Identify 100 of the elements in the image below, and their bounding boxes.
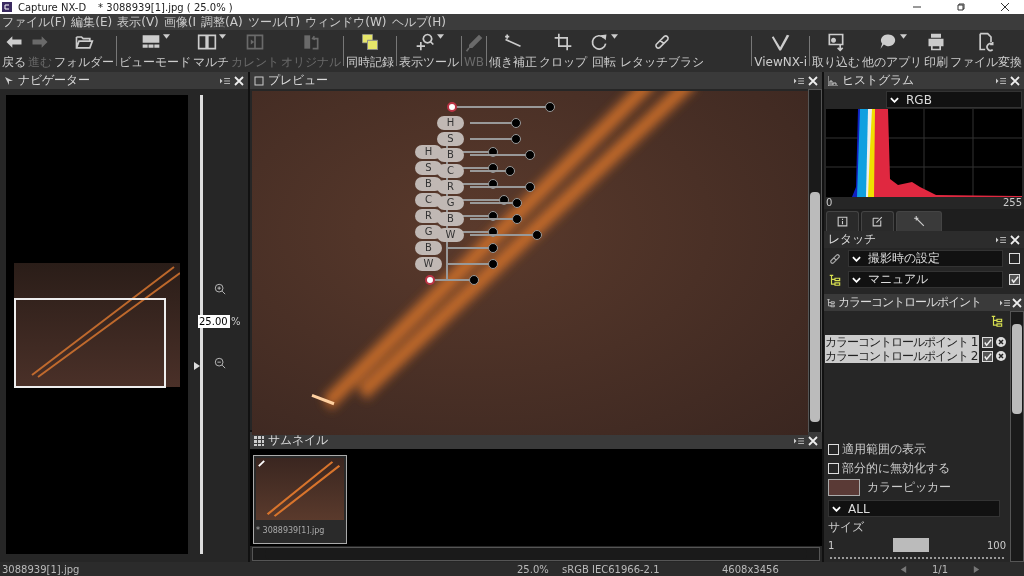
square-icon (254, 75, 264, 86)
back-button[interactable]: 戻る (1, 30, 27, 72)
document-title: * 3088939[1].jpg ( 25.0% ) (98, 1, 233, 13)
other-apps-button[interactable]: 他のアプリ (861, 30, 923, 72)
status-color-profile: sRGB IEC61966-2.1 (562, 563, 661, 575)
control-point-marker[interactable] (425, 275, 435, 285)
panel-title: レタッチ (828, 231, 876, 248)
page-indicator: 1/1 (930, 563, 950, 575)
thumbnail[interactable]: * 3088939[1].jpg (253, 455, 347, 544)
channel-label[interactable]: B (415, 241, 442, 255)
channel-label[interactable]: G (437, 196, 464, 210)
horizontal-scrollbar[interactable] (252, 547, 820, 561)
info-tab[interactable] (826, 211, 859, 231)
printer-icon (926, 31, 946, 52)
channel-dropdown[interactable]: RGB (886, 91, 1022, 108)
delete-icon[interactable] (996, 337, 1007, 347)
delete-icon[interactable] (996, 351, 1007, 361)
magnifier-move-icon (414, 31, 435, 52)
axis-label: 0 (826, 197, 833, 209)
eyedropper-icon (464, 33, 485, 53)
bandage-icon (828, 251, 842, 266)
checkbox[interactable] (1009, 274, 1020, 285)
checkbox[interactable] (828, 463, 839, 474)
panel-menu-icon[interactable] (794, 435, 804, 446)
crop-button[interactable]: クロップ (538, 30, 589, 72)
zoom-field[interactable]: 25.00 (198, 315, 230, 328)
zoom-slider-pointer[interactable] (194, 362, 200, 371)
retouch-brush-button[interactable]: レタッチブラシ (619, 30, 706, 72)
file-convert-button[interactable]: ファイル変換 (949, 30, 1023, 72)
channel-label[interactable]: C (437, 164, 464, 178)
axis-label: 255 (1002, 197, 1022, 209)
menu-item[interactable]: 画像(I (163, 13, 197, 31)
panel-menu-icon[interactable] (996, 75, 1006, 86)
control-point-item[interactable]: カラーコントロールポイント 1 (825, 335, 980, 349)
import-button[interactable]: 取り込む (811, 30, 861, 72)
control-point-item[interactable]: カラーコントロールポイント 2 (825, 349, 980, 363)
status-zoom: 25.0% (517, 563, 550, 575)
zoom-out-icon[interactable] (214, 357, 226, 369)
view-frame[interactable] (14, 298, 166, 388)
print-button[interactable]: 印刷 (923, 30, 949, 72)
checkbox[interactable] (1009, 253, 1020, 264)
panel-menu-icon[interactable] (794, 75, 804, 86)
add-control-point-icon[interactable] (990, 314, 1004, 328)
menu-item[interactable]: ウィンドウ(W) (305, 13, 387, 31)
view-mode-button[interactable]: ビューモード (118, 30, 192, 72)
channel-label[interactable]: S (437, 132, 464, 146)
panel-title: カラーコントロールポイント (838, 294, 981, 311)
vertical-scrollbar[interactable] (808, 89, 822, 435)
zoom-unit: % (231, 316, 241, 327)
channel-label[interactable]: B (437, 148, 464, 162)
maximize-icon[interactable] (956, 2, 966, 12)
menu-item[interactable]: ヘルプ(H) (391, 13, 446, 31)
control-point-marker[interactable] (447, 102, 457, 112)
panel-title: ナビゲーター (18, 72, 90, 89)
view-tool-button[interactable]: 表示ツール (398, 30, 460, 72)
previous-icon[interactable] (899, 564, 908, 574)
histogram-icon (828, 75, 838, 86)
edited-mark-icon (257, 459, 266, 468)
viewnx-button[interactable]: ViewNX-i (753, 30, 808, 72)
folder-button[interactable]: フォルダー (53, 30, 115, 72)
checkbox[interactable] (828, 444, 839, 455)
close-icon[interactable] (1000, 2, 1010, 12)
panel-title: プレビュー (268, 72, 328, 89)
menu-item[interactable]: ファイル(F) (2, 13, 67, 31)
panel-title: ヒストグラム (842, 72, 914, 89)
channel-dropdown[interactable]: ALL (828, 500, 1000, 517)
menu-item[interactable]: 編集(E) (71, 13, 113, 31)
app-title: Capture NX-D (18, 1, 87, 13)
dropdown[interactable]: マニュアル (848, 271, 1003, 288)
sparkle-icon (912, 215, 926, 228)
color-swatch[interactable] (828, 479, 860, 496)
tree-icon (826, 297, 836, 308)
straighten-button[interactable]: 傾き補正 (488, 30, 539, 72)
channel-label[interactable]: B (437, 212, 464, 226)
channel-label[interactable]: H (437, 116, 464, 130)
channel-label[interactable]: W (415, 257, 442, 271)
vertical-scrollbar[interactable] (1010, 311, 1024, 562)
checkbox-label: 適用範囲の表示 (842, 441, 926, 458)
next-icon[interactable] (972, 564, 981, 574)
checkbox[interactable] (982, 350, 994, 362)
sync-record-button[interactable]: 同時記録 (345, 30, 395, 72)
channel-label[interactable]: R (437, 180, 464, 194)
menu-item[interactable]: ツール(T) (247, 13, 301, 31)
channel-label[interactable]: W (437, 228, 464, 242)
menu-item[interactable]: 調整(A) (201, 13, 243, 31)
grid-icon (254, 435, 264, 446)
menu-item[interactable]: 表示(V) (117, 13, 159, 31)
panel-menu-icon[interactable] (220, 75, 230, 86)
panel-menu-icon[interactable] (1000, 297, 1010, 308)
slider-thumb[interactable] (892, 538, 929, 552)
edit-tab[interactable] (861, 211, 894, 231)
overlapping-squares-icon (360, 31, 380, 52)
status-dimensions: 4608x3456 (722, 563, 780, 575)
slider-knob[interactable] (545, 102, 555, 112)
multi-button[interactable]: マルチ (192, 30, 230, 72)
dropdown[interactable]: 撮影時の設定 (848, 250, 1003, 267)
checkbox[interactable] (982, 336, 994, 348)
rotate-button[interactable]: 回転 (588, 30, 620, 72)
panel-menu-icon[interactable] (996, 234, 1006, 245)
zoom-in-icon[interactable] (214, 283, 226, 295)
